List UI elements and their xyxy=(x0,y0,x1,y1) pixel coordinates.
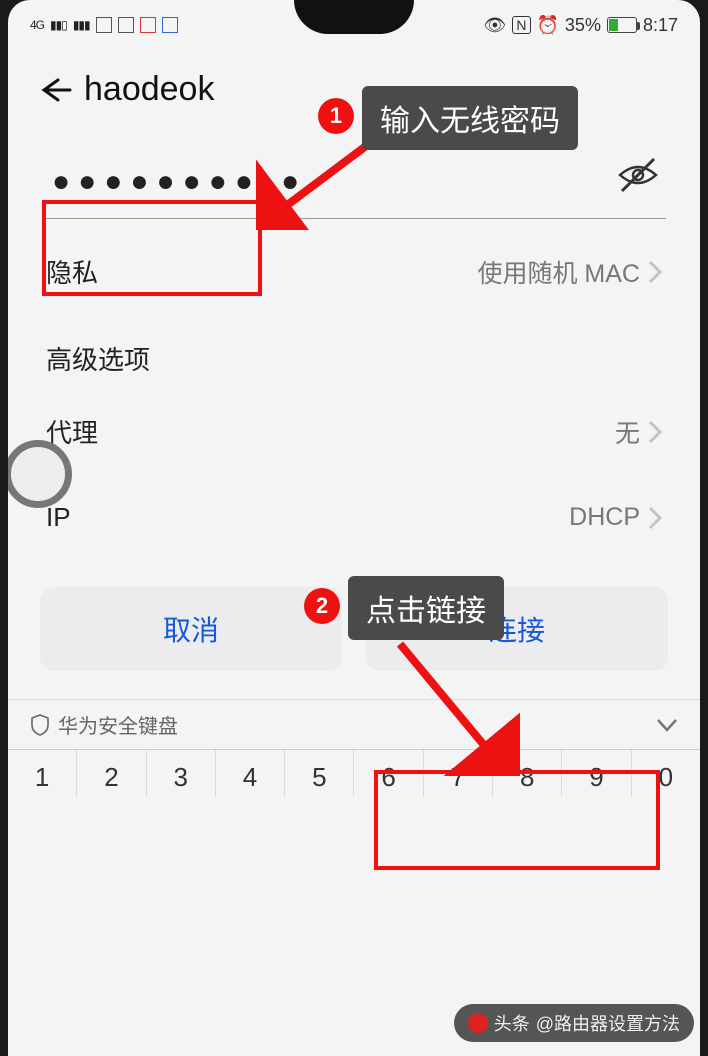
app-icon-3 xyxy=(140,17,156,33)
chevron-right-icon xyxy=(648,506,662,530)
key-3[interactable]: 3 xyxy=(147,750,216,797)
proxy-value: 无 xyxy=(615,414,640,450)
annotation-badge-2: 2 xyxy=(304,588,340,624)
watermark-handle: @路由器设置方法 xyxy=(536,1010,680,1036)
annotation-arrow-1 xyxy=(256,140,376,230)
battery-icon xyxy=(607,17,637,33)
signal-icon: 4G xyxy=(30,18,44,32)
annotation-callout-2: 点击链接 xyxy=(348,576,504,640)
page-header: haodeok xyxy=(8,44,700,123)
annotation-callout-1: 输入无线密码 xyxy=(362,86,578,150)
status-right: 👁 N ⏰ 35% 8:17 xyxy=(484,15,678,36)
toggle-password-visibility-icon[interactable] xyxy=(616,153,660,197)
keyboard-security-bar[interactable]: 华为安全键盘 xyxy=(8,699,700,749)
ip-value: DHCP xyxy=(569,503,640,532)
shield-icon xyxy=(30,714,50,736)
chevron-down-icon[interactable] xyxy=(656,718,678,732)
watermark: 头条 @路由器设置方法 xyxy=(454,1004,694,1042)
key-1[interactable]: 1 xyxy=(8,750,77,797)
key-9[interactable]: 9 xyxy=(562,750,631,797)
annotation-arrow-2 xyxy=(380,636,520,776)
nfc-icon: N xyxy=(512,16,530,34)
chevron-right-icon xyxy=(648,260,662,284)
cancel-button[interactable]: 取消 xyxy=(40,587,342,671)
status-left: 4G ▮▮▯ ▮▮▮ xyxy=(30,17,178,33)
alarm-icon: ⏰ xyxy=(537,15,559,36)
key-5[interactable]: 5 xyxy=(285,750,354,797)
key-4[interactable]: 4 xyxy=(216,750,285,797)
advanced-label: 高级选项 xyxy=(24,316,684,387)
app-icon-2 xyxy=(118,17,134,33)
password-dots-before: ●●●●●●●● xyxy=(52,165,261,198)
keyboard-secure-label: 华为安全键盘 xyxy=(58,710,178,739)
annotation-badge-1: 1 xyxy=(318,98,354,134)
watermark-prefix: 头条 xyxy=(494,1010,530,1036)
signal-bars2-icon: ▮▮▮ xyxy=(73,18,90,32)
clock-time: 8:17 xyxy=(643,15,678,36)
battery-percent: 35% xyxy=(565,15,601,36)
phone-notch xyxy=(294,0,414,34)
proxy-row[interactable]: 代理 无 xyxy=(24,387,684,476)
app-icon-1 xyxy=(96,17,112,33)
privacy-label: 隐私 xyxy=(46,253,98,290)
eye-status-icon: 👁 xyxy=(484,15,507,36)
app-icon-4 xyxy=(162,17,178,33)
ip-row[interactable]: IP DHCP xyxy=(24,476,684,559)
keyboard-number-row: 1 2 3 4 5 6 7 8 9 0 xyxy=(8,749,700,797)
watermark-logo-icon xyxy=(468,1013,488,1033)
key-0[interactable]: 0 xyxy=(632,750,700,797)
privacy-row[interactable]: 隐私 使用随机 MAC xyxy=(24,227,684,316)
ip-label: IP xyxy=(46,502,71,533)
page-title: haodeok xyxy=(84,70,214,109)
back-arrow-icon[interactable] xyxy=(36,76,72,104)
chevron-right-icon xyxy=(648,420,662,444)
key-2[interactable]: 2 xyxy=(77,750,146,797)
privacy-value: 使用随机 MAC xyxy=(477,254,640,290)
signal-bars-icon: ▮▮▯ xyxy=(50,18,67,32)
